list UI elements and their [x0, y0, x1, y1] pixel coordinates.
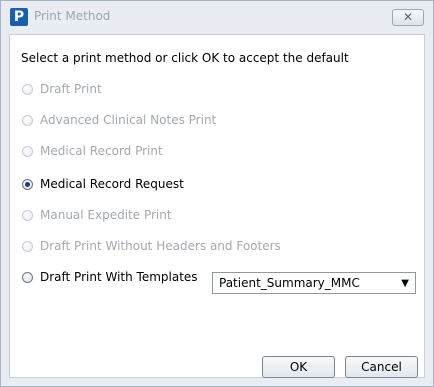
option-draft-print-without-headers-footers: Draft Print Without Headers and Footers [22, 238, 281, 254]
radio-draft-print [22, 83, 33, 95]
option-label: Advanced Clinical Notes Print [40, 113, 217, 127]
radio-draft-print-without-headers-footers [22, 240, 33, 252]
ok-button[interactable]: OK [262, 356, 335, 378]
option-label: Draft Print [40, 82, 102, 96]
close-icon: ✕ [402, 10, 414, 24]
dialog-body: Select a print method or click OK to acc… [9, 34, 425, 378]
template-select-value: Patient_Summary_MMC [219, 276, 360, 290]
app-logo-icon: P [10, 8, 28, 26]
instruction-text: Select a print method or click OK to acc… [21, 51, 349, 65]
radio-medical-record-request[interactable] [22, 178, 33, 190]
option-draft-print: Draft Print [22, 81, 102, 97]
dialog-title: Print Method [34, 9, 111, 23]
option-label[interactable]: Medical Record Request [40, 177, 184, 191]
option-medical-record-print: Medical Record Print [22, 143, 163, 159]
chevron-down-icon[interactable]: ▼ [401, 278, 409, 289]
radio-draft-print-with-templates[interactable] [22, 271, 33, 283]
print-method-dialog: P Print Method ✕ Select a print method o… [0, 0, 434, 387]
template-select[interactable]: Patient_Summary_MMC ▼ [212, 272, 416, 294]
cancel-button[interactable]: Cancel [345, 356, 418, 378]
option-advanced-clinical-notes-print: Advanced Clinical Notes Print [22, 112, 216, 128]
radio-advanced-clinical-notes-print [22, 114, 33, 126]
option-label: Manual Expedite Print [40, 208, 172, 222]
title-bar[interactable]: P Print Method ✕ [1, 1, 433, 33]
option-label: Medical Record Print [40, 144, 163, 158]
option-medical-record-request[interactable]: Medical Record Request [22, 176, 184, 192]
option-manual-expedite-print: Manual Expedite Print [22, 207, 172, 223]
radio-medical-record-print [22, 145, 33, 157]
close-button[interactable]: ✕ [392, 9, 424, 26]
option-label[interactable]: Draft Print With Templates [40, 270, 198, 284]
radio-manual-expedite-print [22, 209, 33, 221]
option-label: Draft Print Without Headers and Footers [40, 239, 281, 253]
option-draft-print-with-templates[interactable]: Draft Print With Templates [22, 269, 198, 285]
